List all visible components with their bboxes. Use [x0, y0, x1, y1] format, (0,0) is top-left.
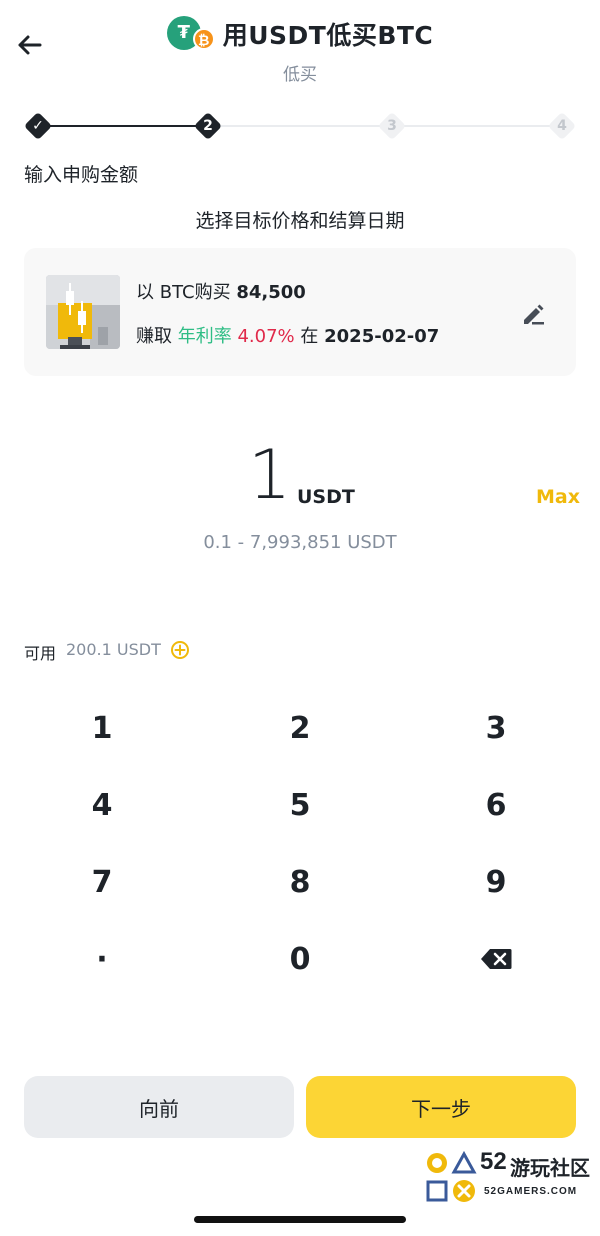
step-2: 2 [193, 111, 223, 141]
edit-pencil-icon[interactable] [520, 300, 548, 328]
earn-apr-text: 赚取 年利率 4.07% 在 2025-02-07 [136, 322, 439, 348]
on-label: 在 [300, 326, 319, 347]
buy-prefix: 以 BTC购买 [136, 282, 231, 303]
btc-coin-icon: ₿ [192, 28, 215, 50]
key-5[interactable]: 5 [200, 767, 400, 843]
key-6[interactable]: 6 [396, 767, 596, 843]
section-heading: 选择目标价格和结算日期 [195, 210, 405, 232]
key-2[interactable]: 2 [200, 690, 400, 766]
step-4: 4 [547, 111, 577, 141]
key-4[interactable]: 4 [2, 767, 202, 843]
usdt-btc-pair-icon: ₮ ₿ [166, 14, 217, 54]
home-indicator[interactable] [194, 1216, 406, 1223]
progress-stepper: ✓ 2 3 4 [22, 106, 582, 146]
backspace-icon [481, 949, 512, 969]
key-7[interactable]: 7 [2, 844, 202, 920]
watermark: 52 游玩社区 52GAMERS.COM [424, 1148, 598, 1232]
earn-label: 赚取 [136, 326, 172, 347]
page-subtitle: 低买 [283, 65, 317, 85]
watermark-number: 52 [480, 1148, 507, 1175]
target-price-card[interactable]: 以 BTC购买 84,500 赚取 年利率 4.07% 在 2025-02-07 [24, 248, 576, 376]
page-title: 用USDT低买BTC [222, 21, 434, 50]
backspace-key[interactable] [396, 921, 596, 997]
watermark-name: 游玩社区 [510, 1156, 590, 1180]
previous-button[interactable]: 向前 [24, 1076, 294, 1138]
step-number: 3 [387, 118, 397, 134]
watermark-url: 52GAMERS.COM [484, 1186, 578, 1197]
section-label: 输入申购金额 [24, 164, 139, 186]
check-icon: ✓ [32, 118, 44, 134]
add-funds-icon[interactable] [170, 640, 190, 660]
next-step-button[interactable]: 下一步 [306, 1076, 576, 1138]
available-balance: 200.1 USDT [66, 640, 161, 659]
page-header: ₮ ₿ 用USDT低买BTC 低买 [0, 14, 600, 85]
amount-input-value[interactable]: 1 [248, 436, 291, 515]
amount-unit: USDT [297, 486, 355, 508]
apr-label: 年利率 [177, 326, 232, 347]
key-3[interactable]: 3 [396, 690, 596, 766]
step-1: ✓ [23, 111, 53, 141]
step-3: 3 [377, 111, 407, 141]
step-number: 2 [203, 118, 213, 134]
numeric-keypad: 1 2 3 4 5 6 7 8 9 · 0 [0, 690, 600, 1000]
key-9[interactable]: 9 [396, 844, 596, 920]
target-price: 84,500 [236, 282, 306, 303]
key-8[interactable]: 8 [200, 844, 400, 920]
amount-range: 0.1 - 7,993,851 USDT [203, 532, 397, 553]
candlestick-chart-icon [46, 275, 120, 349]
settlement-date: 2025-02-07 [324, 326, 440, 347]
buy-target-text: 以 BTC购买 84,500 [136, 278, 306, 304]
available-label: 可用 [24, 644, 57, 663]
key-0[interactable]: 0 [200, 921, 400, 997]
stepper-line-complete [36, 125, 208, 127]
key-decimal[interactable]: · [2, 921, 202, 997]
max-button[interactable]: Max [536, 486, 580, 508]
apr-value: 4.07% [237, 326, 295, 347]
watermark-logo-icon [426, 1150, 477, 1202]
key-1[interactable]: 1 [2, 690, 202, 766]
step-number: 4 [557, 118, 567, 134]
